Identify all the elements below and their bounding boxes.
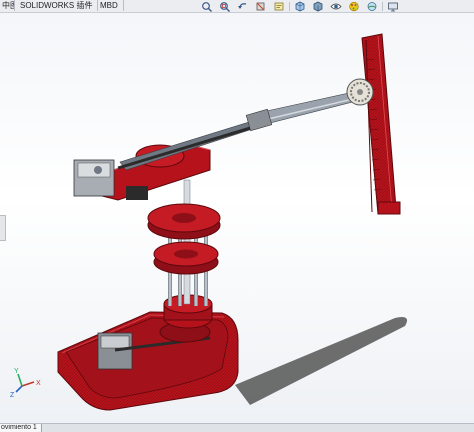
view-settings-icon[interactable]: [384, 0, 402, 12]
end-effector: [377, 201, 401, 215]
wrist-rack-assembly: [346, 33, 401, 215]
ground-shadow: [235, 317, 408, 405]
shoulder-motor-mount: [126, 186, 148, 200]
tab-mbd[interactable]: MBD: [95, 0, 124, 11]
triad-z-label: Z: [10, 392, 15, 399]
section-view-icon[interactable]: [252, 0, 270, 12]
vertical-column: [147, 179, 221, 329]
view-orientation-icon[interactable]: [291, 0, 309, 12]
dynamic-annotation-icon[interactable]: [270, 0, 288, 12]
display-style-icon[interactable]: [309, 0, 327, 12]
heads-up-view-toolbar: [198, 0, 413, 12]
tab-solidworks-addins[interactable]: SOLIDWORKS 插件: [15, 0, 99, 11]
hide-show-items-icon[interactable]: [327, 0, 345, 12]
base-enclosure: [57, 311, 239, 411]
toolbar-separator: [289, 1, 290, 11]
triad-y-label: Y: [14, 368, 19, 375]
edit-appearance-icon[interactable]: [345, 0, 363, 12]
horizontal-boom: [117, 87, 377, 171]
coordinate-triad: X Y Z: [10, 368, 41, 399]
previous-view-icon[interactable]: [234, 0, 252, 12]
zoom-to-area-icon[interactable]: [216, 0, 234, 12]
toolbar-separator: [382, 1, 383, 11]
triad-x-label: X: [36, 380, 41, 387]
zoom-to-fit-icon[interactable]: [198, 0, 216, 12]
tab-sketch[interactable]: 中图: [0, 0, 15, 11]
robot-arm-model[interactable]: X Y Z: [0, 13, 474, 423]
graphics-area[interactable]: X Y Z: [0, 13, 474, 423]
panel-collapse-handle[interactable]: [0, 215, 6, 241]
apply-scene-icon[interactable]: [363, 0, 381, 12]
